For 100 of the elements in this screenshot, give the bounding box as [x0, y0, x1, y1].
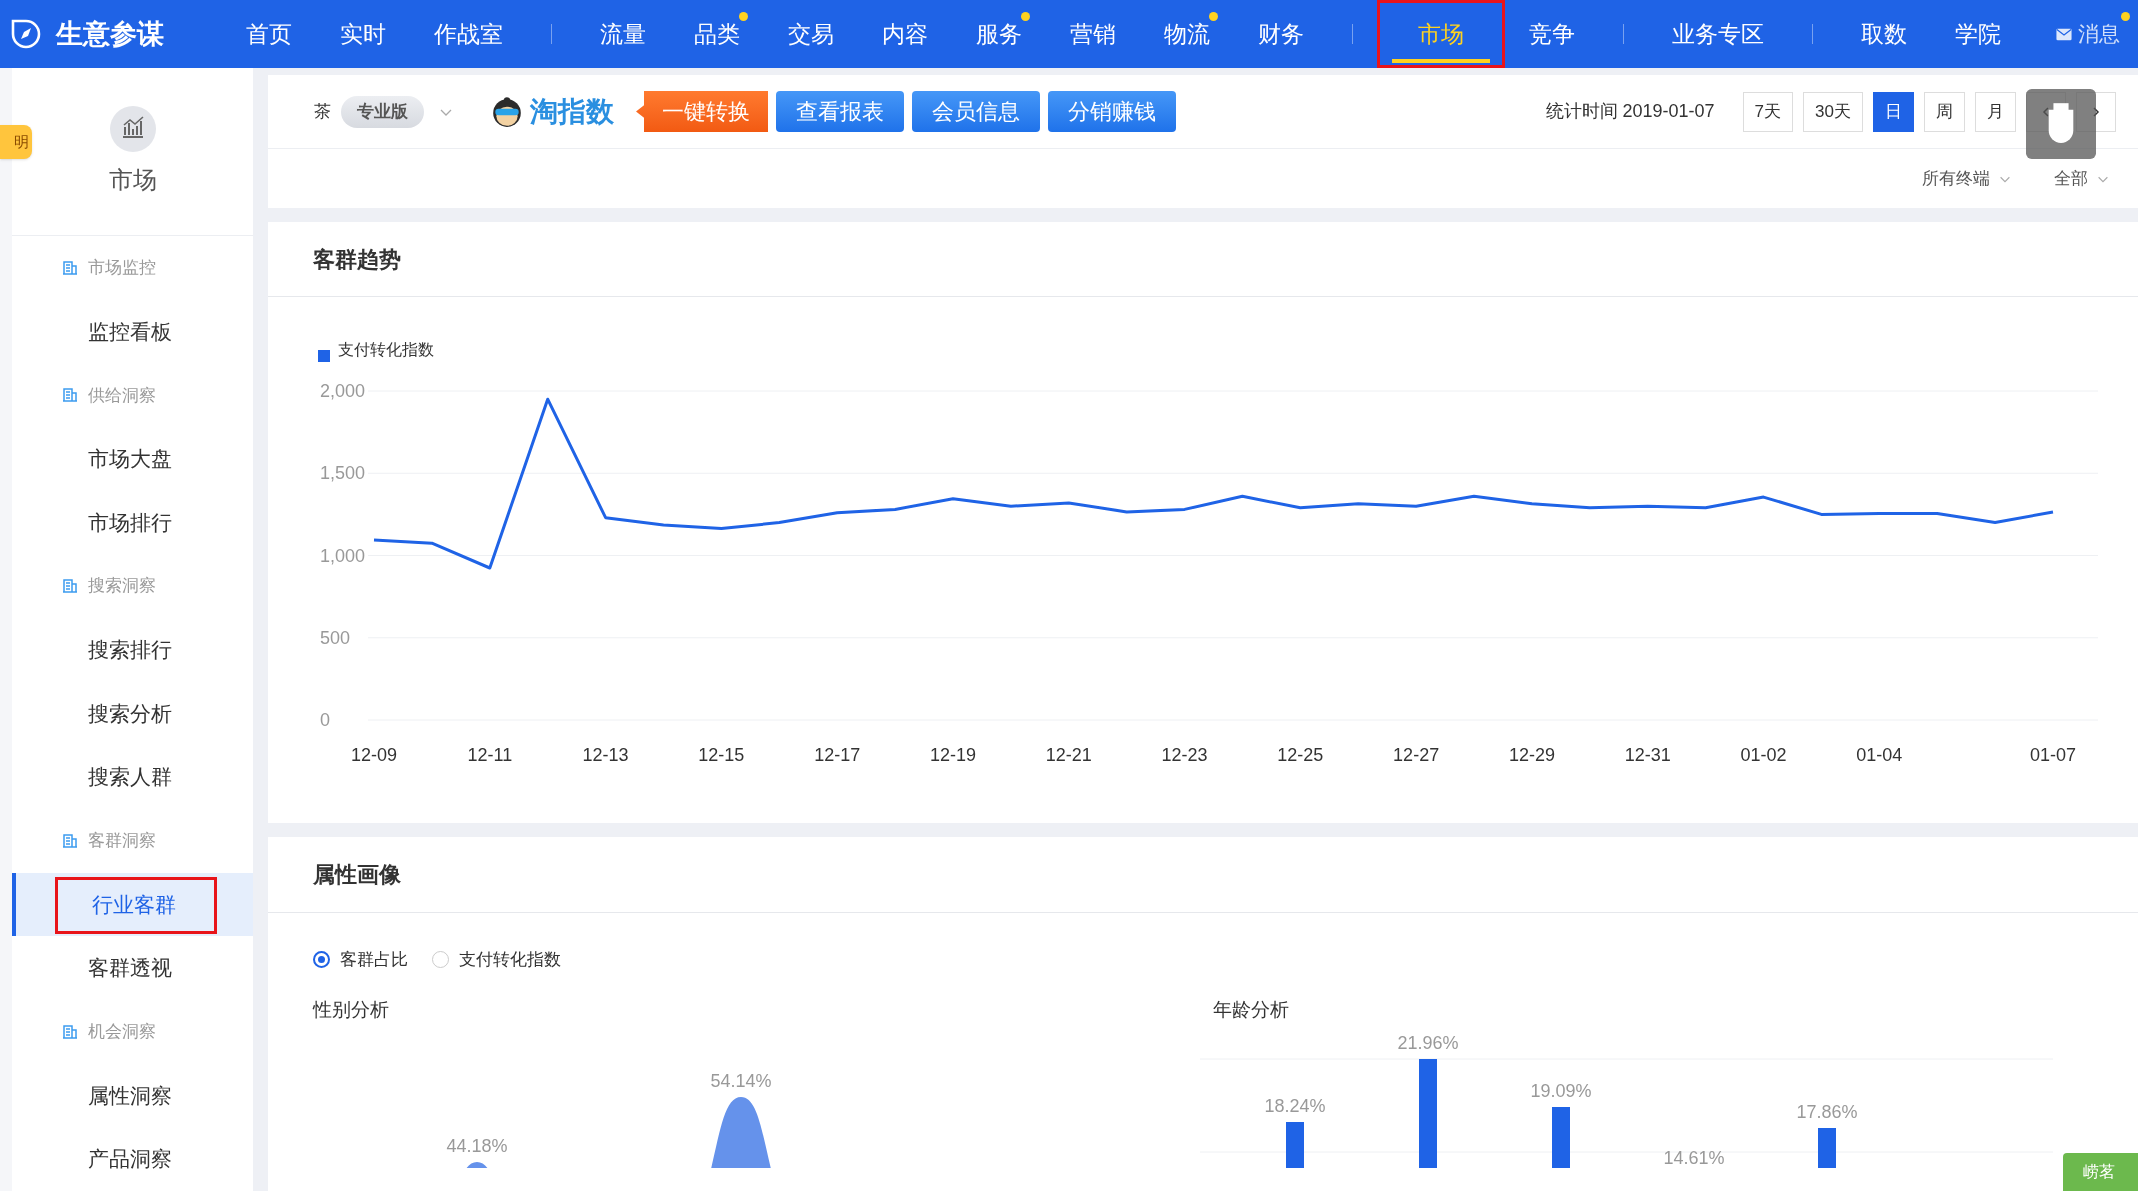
sidebar-item[interactable]: 市场排行 — [12, 490, 253, 555]
action-button[interactable]: 一键转换 — [636, 91, 768, 132]
axis-label: 12-15 — [698, 745, 745, 765]
nav-tab[interactable]: 取数 — [1837, 0, 1931, 68]
sidebar-group-label: 市场监控 — [88, 257, 156, 280]
axis-label: 2,000 — [320, 381, 366, 401]
edition-badge: 专业版 — [341, 95, 424, 128]
radio-label: 客群占比 — [340, 948, 408, 971]
sidebar-group-label: 供给洞察 — [88, 384, 156, 407]
sidebar-item[interactable]: 客群透视 — [12, 936, 253, 1000]
axis-label: 01-04 — [1856, 745, 1903, 765]
nav-tab[interactable]: 财务 — [1234, 0, 1328, 68]
value-label: 14.61% — [1663, 1148, 1725, 1168]
sidebar-item[interactable]: 市场大盘 — [12, 427, 253, 491]
value-label: 44.18% — [446, 1136, 508, 1156]
nav-tab[interactable]: 流量 — [576, 0, 670, 68]
group-icon — [62, 832, 78, 849]
sidebar-item[interactable]: 监控看板 — [12, 299, 253, 364]
filter-dropdown[interactable]: 全部 — [2054, 165, 2110, 192]
filter-label: 全部 — [2054, 167, 2088, 190]
chart-icon — [109, 105, 156, 152]
nav-tab[interactable]: 营销 — [1046, 0, 1140, 68]
period-button[interactable]: 日 — [1873, 91, 1914, 132]
axis-label: 12-27 — [1393, 745, 1440, 765]
nav-tab[interactable]: 作战室 — [410, 0, 527, 68]
period-button[interactable]: 周 — [1924, 91, 1965, 132]
sidebar-item[interactable]: 属性洞察 — [12, 1063, 253, 1128]
period-button[interactable]: 月 — [1975, 91, 2016, 132]
axis-label: 12-31 — [1624, 745, 1671, 765]
sidebar-item[interactable]: 产品洞察 — [12, 1127, 253, 1191]
value-label: 54.14% — [710, 1071, 772, 1091]
sidebar-item[interactable]: 搜索人群 — [12, 745, 253, 809]
nav-tab[interactable]: 市场 — [1377, 0, 1505, 68]
nav-tab[interactable]: 物流 — [1140, 0, 1234, 68]
axis-label: 1,000 — [320, 545, 366, 566]
sidebar-item[interactable]: 行业客群 — [12, 872, 253, 937]
radio-label: 支付转化指数 — [459, 948, 561, 971]
brand-link[interactable]: 淘指数 — [490, 90, 614, 133]
axis-label: 12-09 — [351, 745, 397, 765]
stat-time: 统计时间 2019-01-07 — [1545, 100, 1715, 123]
nav-tab[interactable]: 交易 — [764, 0, 858, 68]
radio-option[interactable]: 支付转化指数 — [432, 946, 561, 972]
legend-label: 支付转化指数 — [338, 340, 434, 360]
filter-label: 所有终端 — [1922, 167, 1990, 190]
group-icon — [62, 1023, 78, 1040]
axis-label: 1,500 — [320, 463, 366, 484]
nav-tab[interactable]: 竞争 — [1505, 0, 1599, 68]
group-icon — [62, 578, 78, 595]
chart-title: 年龄分析 — [1213, 997, 1289, 1022]
axis-label: 01-02 — [1740, 745, 1787, 765]
mail-icon — [2056, 27, 2072, 41]
value-label: 21.96% — [1397, 1035, 1459, 1053]
nav-tab[interactable]: 业务专区 — [1648, 0, 1788, 68]
axis-label: 12-13 — [582, 745, 629, 765]
axis-label: 12-23 — [1161, 745, 1208, 765]
sidebar-item[interactable]: 搜索排行 — [12, 618, 253, 682]
value-label: 19.09% — [1530, 1081, 1592, 1101]
group-icon — [62, 387, 78, 404]
group-icon — [62, 259, 78, 276]
side-badge[interactable]: 明 — [0, 125, 32, 159]
nav-tab[interactable]: 首页 — [222, 0, 316, 68]
card-title: 客群趋势 — [313, 245, 401, 274]
sidebar-group-label: 搜索洞察 — [88, 575, 156, 598]
radio-option[interactable]: 客群占比 — [313, 946, 408, 972]
action-button[interactable]: 分销赚钱 — [1048, 91, 1176, 132]
nav-tab[interactable]: 品类 — [670, 0, 764, 68]
period-button[interactable]: 30天 — [1803, 91, 1863, 132]
mascot-icon — [490, 94, 524, 129]
compass-logo-icon — [10, 18, 42, 50]
brand-name: 淘指数 — [530, 94, 614, 129]
axis-label: 12-25 — [1277, 745, 1324, 765]
value-label: 18.24% — [1264, 1096, 1326, 1116]
category-label: 茶 — [314, 100, 331, 123]
axis-label: 500 — [320, 627, 351, 648]
messages-link[interactable]: 消息 — [2056, 18, 2120, 50]
axis-label: 12-29 — [1508, 745, 1555, 765]
sidebar-group-label: 客群洞察 — [88, 830, 156, 853]
chart-title: 性别分析 — [313, 997, 390, 1022]
chart-bar — [1552, 1107, 1570, 1168]
floating-widget-icon[interactable] — [2026, 89, 2096, 159]
value-label: 17.86% — [1796, 1102, 1858, 1122]
nav-tab[interactable]: 学院 — [1931, 0, 2025, 68]
chart-bar — [1818, 1128, 1836, 1168]
action-button[interactable]: 会员信息 — [912, 91, 1040, 132]
nav-tab[interactable]: 实时 — [316, 0, 410, 68]
messages-label: 消息 — [2078, 21, 2120, 48]
action-button[interactable]: 查看报表 — [776, 91, 904, 132]
card-title: 属性画像 — [313, 861, 401, 889]
sidebar-item[interactable]: 搜索分析 — [12, 681, 253, 746]
nav-tab[interactable]: 服务 — [952, 0, 1046, 68]
chart-bar — [1286, 1122, 1304, 1168]
axis-label: 01-07 — [2030, 745, 2076, 765]
logo-text: 生意参谋 — [56, 17, 164, 51]
sidebar-title: 市场 — [108, 164, 157, 195]
radio-button[interactable] — [313, 950, 330, 968]
nav-tab[interactable]: 内容 — [858, 0, 952, 68]
filter-dropdown[interactable]: 所有终端 — [1922, 165, 2012, 192]
axis-label: 12-11 — [467, 745, 513, 765]
axis-label: 12-17 — [814, 745, 861, 765]
period-button[interactable]: 7天 — [1742, 91, 1794, 132]
